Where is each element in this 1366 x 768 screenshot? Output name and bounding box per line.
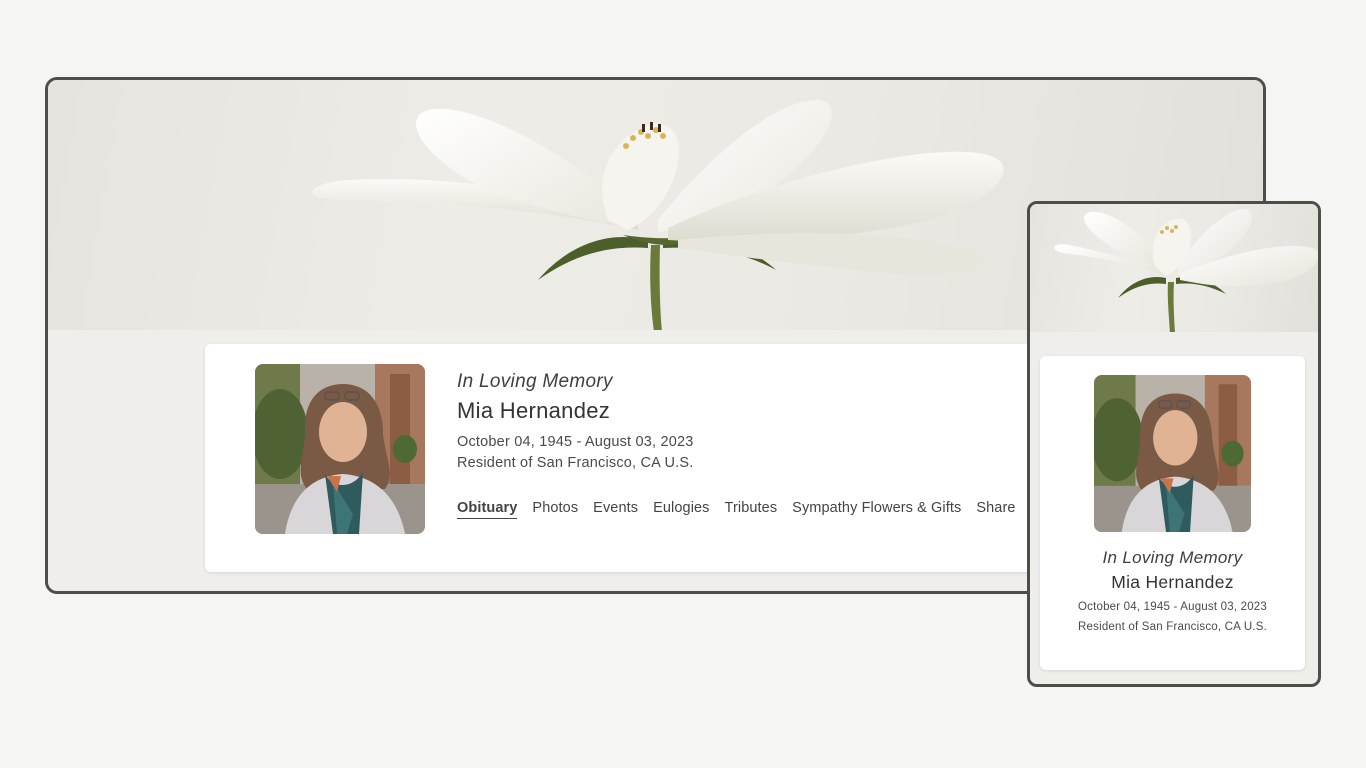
in-loving-memory-heading: In Loving Memory xyxy=(457,371,613,392)
memorial-nav-tabs: Obituary Photos Events Eulogies Tributes… xyxy=(457,500,1031,519)
in-loving-memory-heading-mobile: In Loving Memory xyxy=(1102,548,1243,567)
life-dates: October 04, 1945 - August 03, 2023 xyxy=(457,434,694,450)
memorial-portrait-photo-mobile xyxy=(1094,375,1251,532)
showcase-stage: In Loving Memory Mia Hernandez October 0… xyxy=(0,0,1366,768)
memorial-info-desktop: In Loving Memory Mia Hernandez October 0… xyxy=(457,370,694,474)
residence-text-mobile: Resident of San Francisco, CA U.S. xyxy=(1078,621,1267,633)
life-dates-mobile: October 04, 1945 - August 03, 2023 xyxy=(1077,601,1267,613)
mobile-preview-frame: In Loving Memory Mia Hernandez October 0… xyxy=(1027,201,1321,687)
tab-photos[interactable]: Photos xyxy=(532,500,578,519)
tab-obituary[interactable]: Obituary xyxy=(457,500,518,519)
memorial-info-mobile: In Loving Memory Mia Hernandez October 0… xyxy=(1040,547,1305,637)
residence-text: Resident of San Francisco, CA U.S. xyxy=(457,455,694,471)
memorial-card-mobile: In Loving Memory Mia Hernandez October 0… xyxy=(1040,356,1305,670)
deceased-name: Mia Hernandez xyxy=(457,398,611,423)
tab-eulogies[interactable]: Eulogies xyxy=(653,500,709,519)
tab-tributes[interactable]: Tributes xyxy=(725,500,778,519)
tab-share[interactable]: Share xyxy=(976,500,1015,519)
deceased-name-mobile: Mia Hernandez xyxy=(1111,572,1234,592)
tab-events[interactable]: Events xyxy=(593,500,638,519)
hero-flower-banner-mobile xyxy=(1030,204,1318,332)
tab-sympathy-flowers-gifts[interactable]: Sympathy Flowers & Gifts xyxy=(792,500,961,519)
memorial-portrait-photo xyxy=(255,364,425,534)
